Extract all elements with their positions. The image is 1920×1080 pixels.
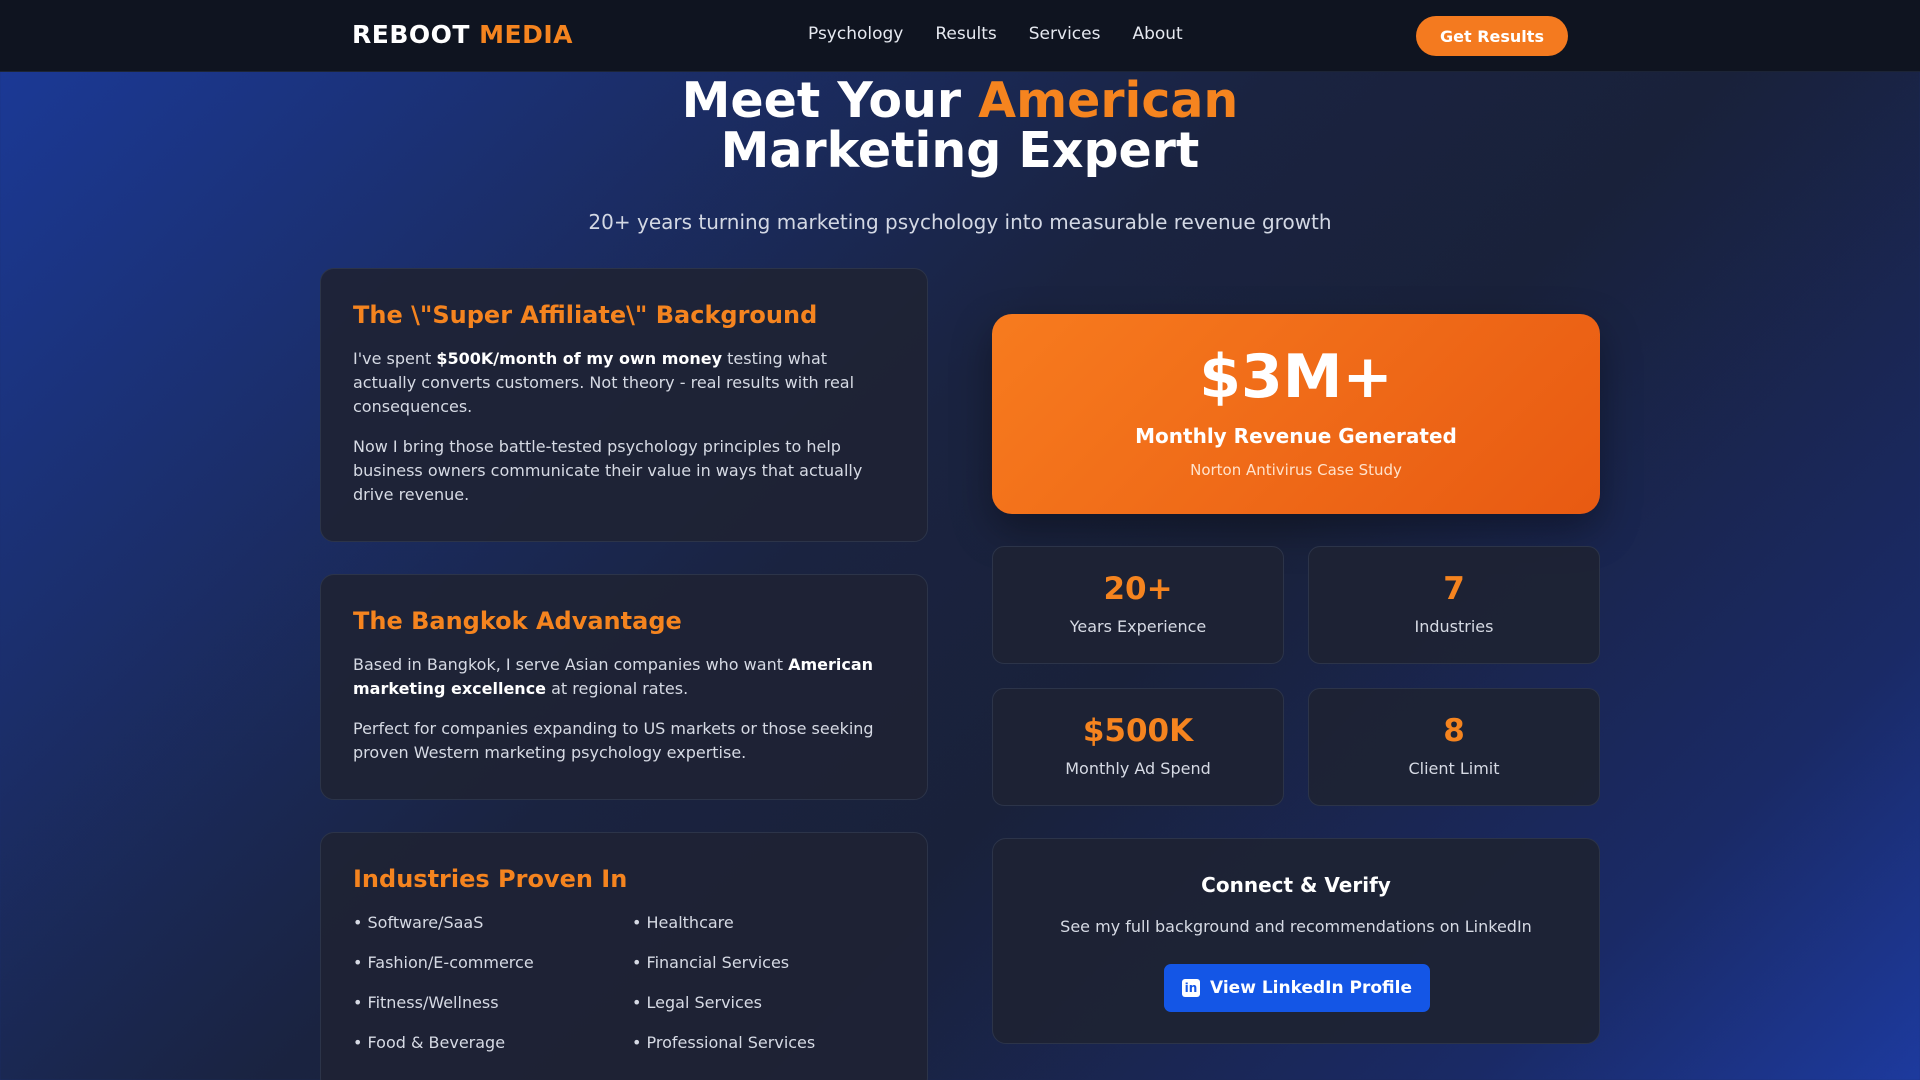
revenue-label: Monthly Revenue Generated (1135, 424, 1457, 448)
bangkok-paragraph-2: Perfect for companies expanding to US ma… (353, 719, 874, 762)
list-item: • Food & Beverage (353, 1033, 506, 1052)
super-affiliate-paragraph-2: Now I bring those battle-tested psycholo… (353, 437, 863, 504)
hero-subtitle: 20+ years turning marketing psychology i… (588, 210, 1332, 234)
revenue-value: $3M+ (1199, 342, 1393, 412)
nav-link-services[interactable]: Services (1029, 24, 1101, 44)
nav-link-about[interactable]: About (1132, 24, 1182, 44)
stat-value: 8 (1443, 713, 1465, 749)
bangkok-paragraph-1: Based in Bangkok, I serve Asian companie… (353, 653, 895, 701)
nav-links: Psychology Results Services About (808, 24, 1183, 44)
super-affiliate-paragraph-1: I've spent $500K/month of my own money t… (353, 347, 895, 419)
industries-card: Industries Proven In • Software/SaaS • H… (320, 832, 928, 1080)
list-item: • Healthcare (632, 913, 734, 932)
get-results-button[interactable]: Get Results (1416, 16, 1568, 56)
list-item: • Fitness/Wellness (353, 993, 499, 1012)
bkk-p1-text: Based in Bangkok, I serve Asian companie… (353, 655, 783, 674)
stat-value: $500K (1082, 713, 1194, 749)
connect-title: Connect & Verify (1201, 873, 1391, 897)
stat-card-ad-spend: $500K Monthly Ad Spend (992, 688, 1284, 806)
stat-card-client-limit: 8 Client Limit (1308, 688, 1600, 806)
top-nav: REBOOT MEDIA Psychology Results Services… (0, 0, 1920, 72)
linkedin-icon: in (1182, 979, 1200, 997)
view-linkedin-button[interactable]: in View LinkedIn Profile (1164, 964, 1430, 1012)
logo-accent: MEDIA (479, 20, 574, 49)
view-linkedin-label: View LinkedIn Profile (1210, 978, 1412, 998)
connect-text: See my full background and recommendatio… (1060, 917, 1532, 936)
list-item: • Software/SaaS (353, 913, 484, 932)
bangkok-advantage-title: The Bangkok Advantage (353, 607, 682, 635)
nav-link-results[interactable]: Results (935, 24, 996, 44)
logo-main: REBOOT (352, 20, 470, 49)
stat-label: Monthly Ad Spend (1065, 759, 1211, 778)
hero-title: Meet Your American Marketing Expert (0, 76, 1920, 176)
list-item: • Financial Services (632, 953, 790, 972)
revenue-case-study: Norton Antivirus Case Study (1190, 461, 1402, 479)
industries-title: Industries Proven In (353, 865, 628, 893)
list-item: • Fashion/E-commerce (353, 953, 534, 972)
stat-label: Client Limit (1408, 759, 1500, 778)
stat-label: Industries (1414, 617, 1494, 636)
super-affiliate-card: The \"Super Affiliate\" Background I've … (320, 268, 928, 542)
hero-title-part1: Meet Your (681, 72, 962, 129)
stat-card-industries: 7 Industries (1308, 546, 1600, 664)
stat-value: 7 (1443, 571, 1465, 607)
stat-value: 20+ (1103, 571, 1173, 607)
nav-link-psychology[interactable]: Psychology (808, 24, 903, 44)
list-item: • Legal Services (632, 993, 762, 1012)
bkk-p1-text-end: at regional rates. (551, 679, 689, 698)
revenue-highlight-card: $3M+ Monthly Revenue Generated Norton An… (992, 314, 1600, 514)
list-item: • Professional Services (632, 1033, 816, 1052)
stat-label: Years Experience (1069, 617, 1207, 636)
bangkok-advantage-card: The Bangkok Advantage Based in Bangkok, … (320, 574, 928, 800)
hero-title-line2: Marketing Expert (720, 122, 1200, 179)
hero-title-accent: American (978, 72, 1239, 129)
industries-list: • Software/SaaS • Healthcare • Fashion/E… (353, 911, 895, 1055)
connect-verify-card: Connect & Verify See my full background … (992, 838, 1600, 1044)
logo[interactable]: REBOOT MEDIA (352, 20, 573, 49)
super-affiliate-title: The \"Super Affiliate\" Background (353, 301, 818, 329)
p1-bold: $500K/month of my own money (436, 349, 723, 368)
p1-text: I've spent (353, 349, 432, 368)
stat-card-years: 20+ Years Experience (992, 546, 1284, 664)
